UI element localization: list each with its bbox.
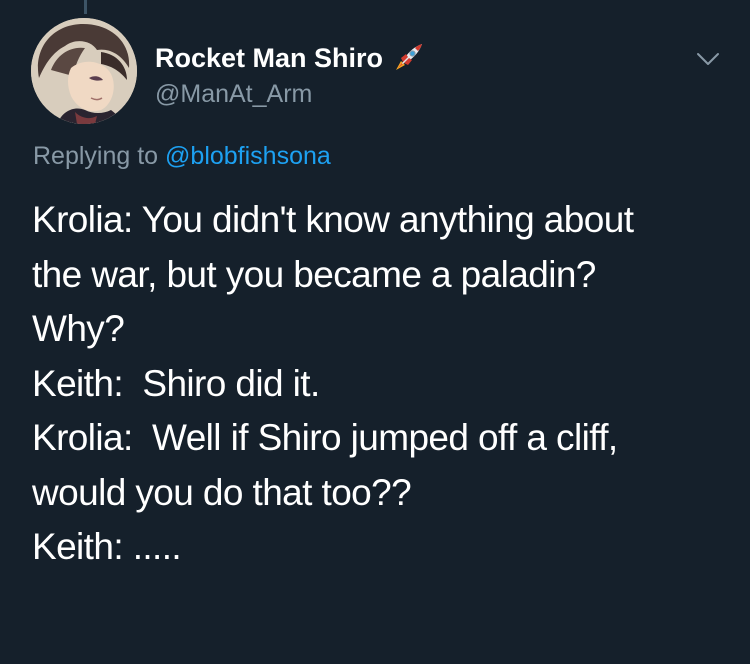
avatar[interactable] xyxy=(31,18,137,124)
avatar-image xyxy=(31,18,137,124)
reply-context: Replying to @blobfishsona xyxy=(33,142,331,171)
thread-connector-line xyxy=(84,0,87,14)
tweet-text-line: Krolia: Well if Shiro jumped off a cliff… xyxy=(32,417,618,458)
tweet-text-line: would you do that too?? xyxy=(32,471,412,513)
chevron-down-icon[interactable] xyxy=(695,50,721,68)
tweet-text-line: Why? xyxy=(32,308,125,349)
reply-mention-link[interactable]: @blobfishsona xyxy=(165,142,331,170)
tweet-text-line: the war, but you became a paladin? xyxy=(32,253,596,295)
rocket-icon xyxy=(391,41,425,75)
reply-context-prefix: Replying to xyxy=(33,142,159,170)
tweet-text-line: Krolia: You didn't know anything about xyxy=(32,199,634,240)
tweet-text-line: Keith: ..... xyxy=(32,526,182,567)
display-name[interactable]: Rocket Man Shiro xyxy=(155,43,383,74)
author-handle[interactable]: @ManAt_Arm xyxy=(155,80,312,109)
author-name-row: Rocket Man Shiro xyxy=(155,41,425,75)
tweet-text-line: Keith: Shiro did it. xyxy=(32,362,320,404)
tweet-text: Krolia: You didn't know anything about t… xyxy=(32,193,732,575)
